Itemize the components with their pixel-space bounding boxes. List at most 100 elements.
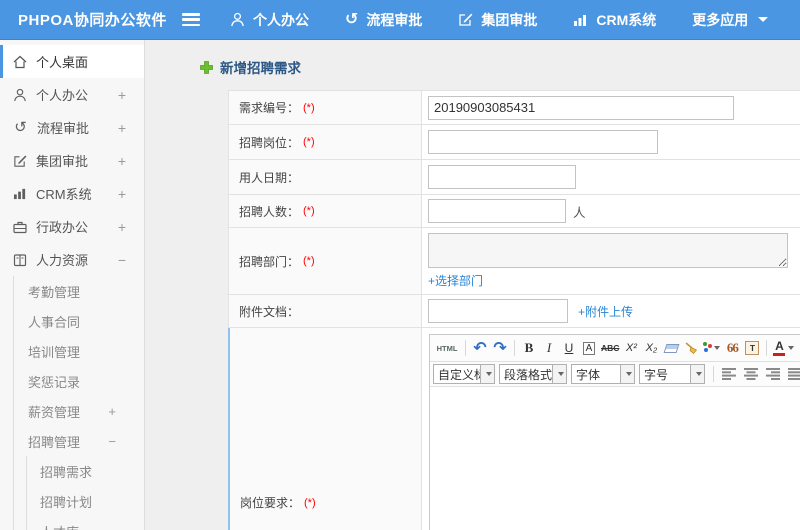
- required-mark: (*): [303, 101, 315, 114]
- expand-icon[interactable]: +: [118, 120, 126, 136]
- sidebar-item-training[interactable]: 培训管理: [14, 336, 144, 366]
- sidebar-item-administration[interactable]: 行政办公 +: [0, 210, 144, 243]
- align-right-button[interactable]: [766, 368, 780, 380]
- collapse-icon[interactable]: −: [108, 434, 116, 449]
- align-left-icon: [722, 368, 736, 380]
- sidebar-item-attendance[interactable]: 考勤管理: [14, 276, 144, 306]
- align-justify-icon: [788, 368, 800, 380]
- subscript-button[interactable]: X₂: [642, 337, 660, 359]
- required-mark: (*): [304, 496, 316, 509]
- editor-content-area[interactable]: [430, 387, 800, 530]
- italic-button[interactable]: I: [540, 337, 558, 359]
- sidebar-item-rewards[interactable]: 奖惩记录: [14, 366, 144, 396]
- sidebar-item-personal-office[interactable]: 个人办公 +: [0, 78, 144, 111]
- caret-down-icon: [714, 346, 721, 350]
- expand-icon[interactable]: +: [118, 186, 126, 202]
- font-color-button[interactable]: A: [772, 337, 795, 359]
- menu-toggle-icon[interactable]: [182, 13, 200, 26]
- sidebar: 个人桌面 个人办公 + ↺ 流程审批 + 集团审批 + CRM系统 + 行政办公…: [0, 40, 145, 530]
- edit-square-icon: [14, 154, 27, 167]
- align-justify-button[interactable]: [788, 368, 800, 380]
- custom-title-select[interactable]: 自定义标题: [433, 364, 495, 384]
- expand-icon[interactable]: +: [108, 404, 116, 419]
- blockquote-button[interactable]: 66: [723, 337, 741, 359]
- font-family-select[interactable]: 字体: [571, 364, 635, 384]
- broom-icon: [685, 342, 698, 354]
- sidebar-item-crm-system[interactable]: CRM系统 +: [0, 177, 144, 210]
- nav-group-approval[interactable]: 集团审批: [458, 10, 537, 30]
- req-no-input[interactable]: [428, 95, 734, 120]
- sidebar-item-personal-desktop[interactable]: 个人桌面: [0, 45, 144, 78]
- form-row-headcount: 招聘人数： (*) 人: [228, 195, 800, 228]
- sidebar-item-recruit-plan[interactable]: 招聘计划: [27, 486, 144, 516]
- bar-chart-icon: [13, 188, 26, 200]
- page-title: 新增招聘需求: [200, 57, 800, 77]
- sidebar-item-talent-pool[interactable]: 人才库: [27, 516, 144, 530]
- font-size-select[interactable]: 字号: [639, 364, 705, 384]
- recruitment-submenu: 招聘需求 招聘计划 人才库: [26, 456, 144, 530]
- person-icon: [231, 12, 244, 27]
- field-label: 岗位要求：: [240, 496, 301, 510]
- sidebar-item-group-approval[interactable]: 集团审批 +: [0, 144, 144, 177]
- hire-date-input[interactable]: [428, 165, 576, 189]
- attachment-input[interactable]: [428, 299, 568, 323]
- field-label: 附件文档：: [239, 304, 300, 319]
- paste-text-button[interactable]: T: [743, 337, 761, 359]
- sidebar-item-human-resources[interactable]: 人力资源 −: [0, 243, 144, 276]
- underline-button[interactable]: U: [560, 337, 578, 359]
- edit-square-icon: [459, 13, 473, 26]
- form-row-position: 招聘岗位： (*): [228, 125, 800, 160]
- paint-color-button[interactable]: [702, 337, 721, 359]
- superscript-button[interactable]: X²: [622, 337, 640, 359]
- align-right-icon: [766, 368, 780, 380]
- upload-attachment-link[interactable]: +附件上传: [578, 303, 633, 320]
- position-input[interactable]: [428, 130, 658, 154]
- paragraph-format-select[interactable]: 段落格式: [499, 364, 567, 384]
- form-row-attachment: 附件文档： +附件上传: [228, 295, 800, 328]
- font-style-button[interactable]: A: [580, 337, 598, 359]
- bold-button[interactable]: B: [520, 337, 538, 359]
- color-dots-icon: [703, 342, 708, 346]
- redo-button[interactable]: ↷: [491, 337, 509, 359]
- select-department-link[interactable]: +选择部门: [428, 272, 483, 289]
- process-cycle-icon: ↺: [345, 10, 359, 28]
- sidebar-item-workflow-approval[interactable]: ↺ 流程审批 +: [0, 111, 144, 144]
- undo-button[interactable]: ↶: [471, 337, 489, 359]
- eraser-button[interactable]: [662, 337, 680, 359]
- sidebar-item-recruitment[interactable]: 招聘管理 −: [14, 426, 144, 456]
- format-brush-button[interactable]: [682, 337, 700, 359]
- align-left-button[interactable]: [722, 368, 736, 380]
- field-label: 需求编号：: [239, 101, 300, 115]
- nav-crm-system[interactable]: CRM系统: [573, 10, 656, 30]
- field-label: 招聘部门：: [239, 254, 300, 269]
- app-header: PHPOA协同办公软件 个人办公 ↺ 流程审批 集团审批 CRM系统 更多应用: [0, 0, 800, 40]
- plus-icon: [200, 60, 213, 74]
- process-cycle-icon: ↺: [14, 119, 27, 136]
- headcount-input[interactable]: [428, 199, 566, 223]
- person-icon: [14, 88, 26, 101]
- editor-toolbar-row2: 自定义标题 段落格式 字体: [430, 362, 800, 387]
- caret-down-icon: [558, 372, 564, 376]
- strikethrough-button[interactable]: ABC: [600, 337, 620, 359]
- nav-personal-office[interactable]: 个人办公: [230, 10, 309, 30]
- rich-text-editor: HTML ↶ ↷ B I U A ABC X² X₂ 66 T A 自定义 段落…: [429, 334, 800, 530]
- nav-more-apps[interactable]: 更多应用: [692, 10, 769, 30]
- collapse-icon[interactable]: −: [118, 252, 126, 268]
- sidebar-item-recruit-demand[interactable]: 招聘需求: [27, 456, 144, 486]
- app-logo: PHPOA协同办公软件: [18, 12, 167, 29]
- sidebar-item-hr-contract[interactable]: 人事合同: [14, 306, 144, 336]
- form-row-department: 招聘部门： (*) +选择部门: [228, 228, 800, 295]
- html-source-button[interactable]: HTML: [434, 337, 460, 359]
- hr-book-icon: [13, 253, 27, 266]
- expand-icon[interactable]: +: [118, 219, 126, 235]
- expand-icon[interactable]: +: [118, 153, 126, 169]
- required-mark: (*): [303, 205, 315, 217]
- form-row-req-no: 需求编号： (*): [228, 91, 800, 125]
- caret-down-icon: [486, 372, 492, 376]
- sidebar-item-salary[interactable]: 薪资管理 +: [14, 396, 144, 426]
- nav-workflow-approval[interactable]: ↺ 流程审批: [345, 10, 422, 30]
- recruit-demand-form: 需求编号： (*) 招聘岗位： (*) 用人日期: [228, 90, 800, 530]
- department-textarea[interactable]: [428, 233, 788, 268]
- align-center-button[interactable]: [744, 368, 758, 380]
- expand-icon[interactable]: +: [118, 87, 126, 103]
